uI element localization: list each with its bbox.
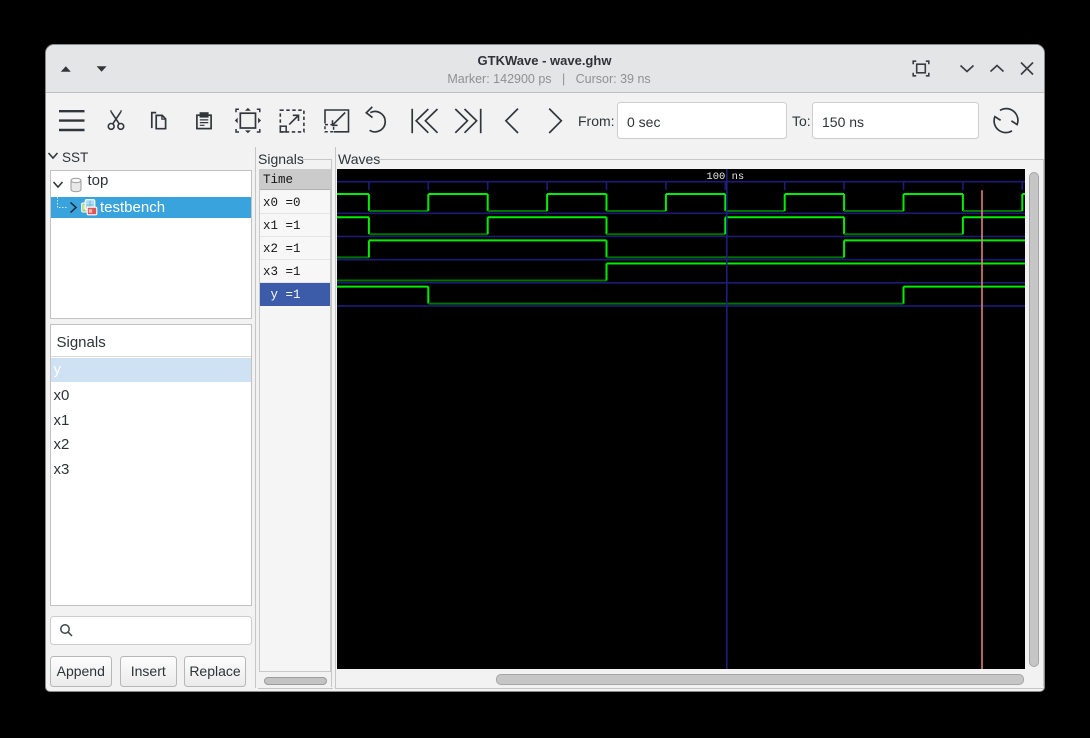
svg-text:100 ns: 100 ns	[706, 171, 744, 183]
